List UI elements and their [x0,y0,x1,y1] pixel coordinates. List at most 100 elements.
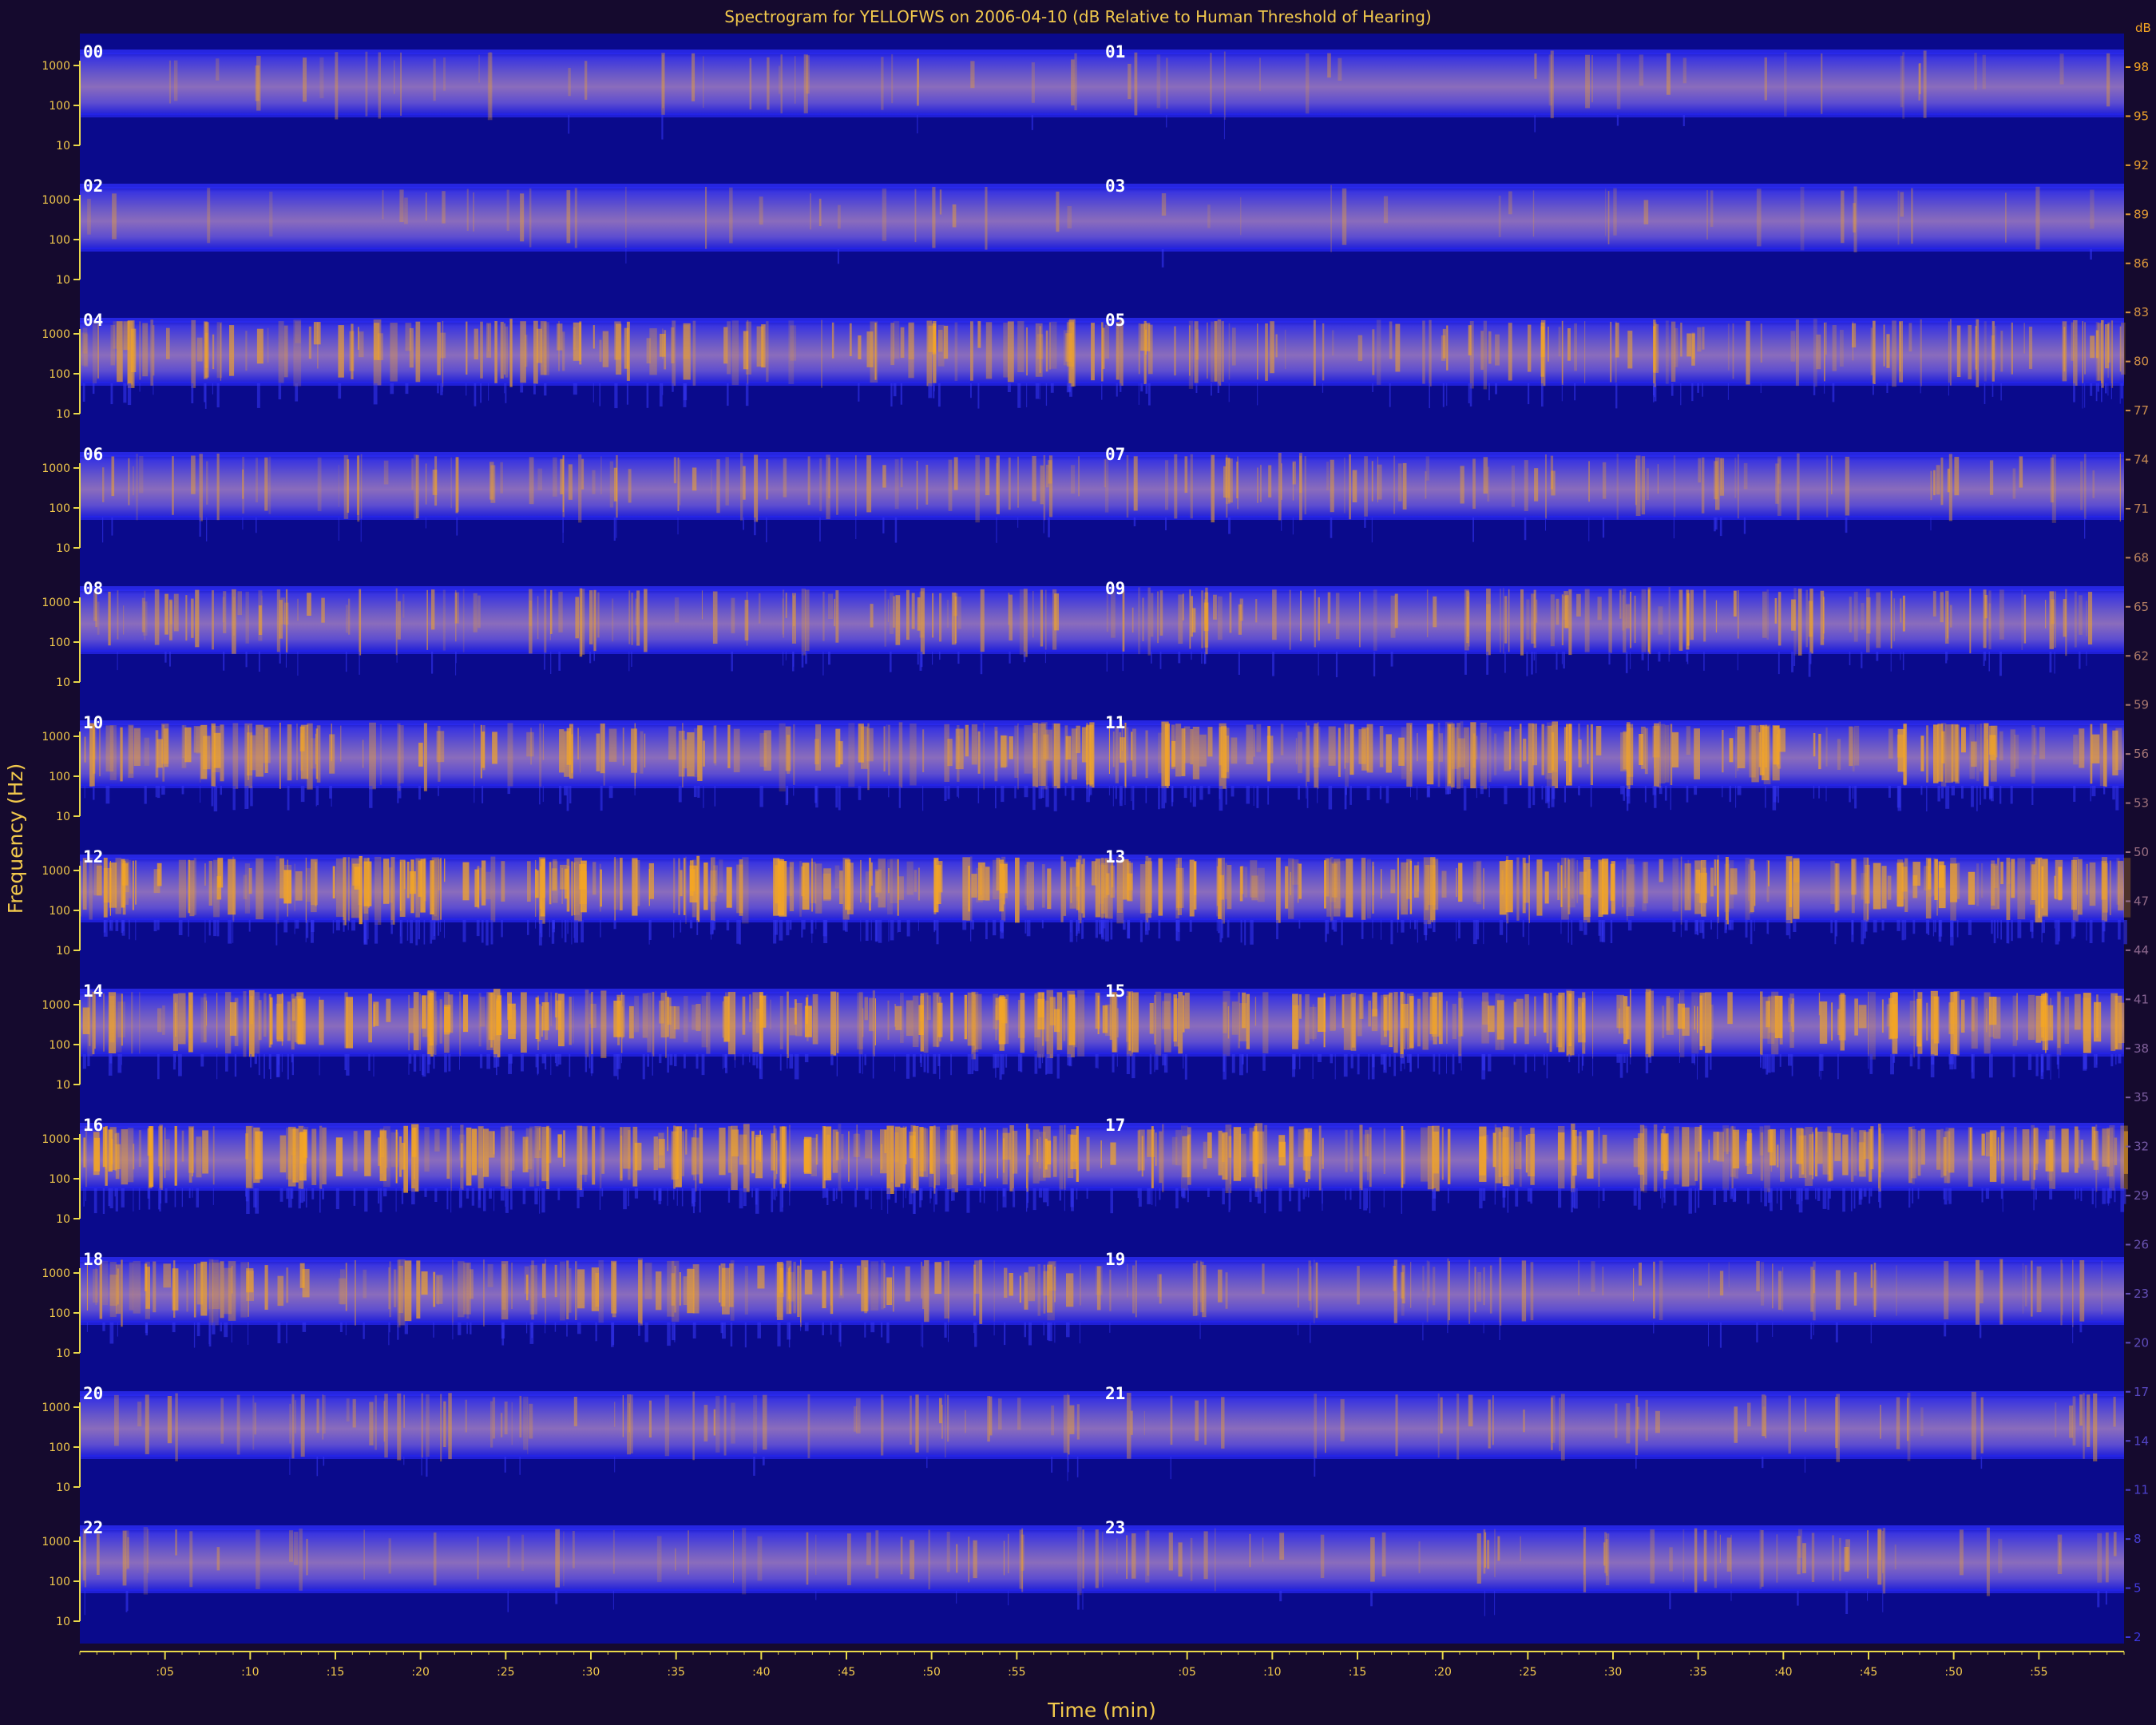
low-freq-tail [913,1188,916,1214]
activity-streak [1854,998,1858,1036]
activity-streak [970,856,973,922]
activity-streak [139,321,141,380]
low-freq-tail [1344,786,1346,810]
activity-streak [886,724,888,762]
activity-streak [1881,866,1887,909]
low-freq-tail [1504,786,1508,805]
activity-streak [1001,735,1006,768]
time-tick-label: :15 [1349,1666,1367,1679]
activity-streak [443,58,446,91]
activity-streak [256,328,264,364]
activity-streak [1171,740,1175,767]
activity-streak [1558,327,1561,357]
activity-streak [436,1275,443,1304]
low-freq-tail [613,518,616,541]
activity-streak [544,589,547,653]
activity-streak [1508,589,1510,652]
low-freq-tail [566,786,569,811]
activity-streak [1100,1140,1102,1168]
activity-streak [1213,594,1217,620]
low-freq-tail [1583,920,1587,935]
low-freq-tail [667,1322,671,1346]
activity-streak [890,859,898,904]
low-freq-tail [395,1188,397,1212]
activity-streak [1155,991,1162,1056]
freq-tick-label: 10 [56,1079,70,1092]
activity-streak [1359,592,1361,648]
activity-streak [1682,1007,1690,1036]
activity-streak [383,460,389,485]
low-freq-tail [115,920,119,931]
activity-streak [1831,1002,1833,1041]
low-freq-tail [1627,920,1632,931]
low-freq-tail [1602,1188,1605,1201]
low-freq-tail [962,920,967,930]
low-freq-tail [110,383,113,405]
low-freq-tail [1183,786,1187,799]
activity-streak [673,858,676,914]
low-freq-tail [795,1054,799,1080]
activity-streak [1175,724,1182,777]
activity-streak [2007,862,2011,884]
low-freq-tail [1081,920,1083,939]
activity-streak [1268,465,1272,498]
activity-streak [299,726,305,751]
low-freq-tail [1545,518,1546,531]
activity-streak [860,859,862,902]
activity-streak [636,590,640,646]
low-freq-tail [743,518,744,530]
activity-streak [1304,456,1306,515]
activity-streak [1716,1132,1724,1162]
activity-streak [1047,868,1052,910]
low-freq-tail [456,518,458,536]
activity-streak [1008,457,1011,510]
activity-streak [1068,1394,1070,1455]
activity-streak [1822,1131,1831,1175]
activity-streak [1481,1001,1489,1044]
low-freq-tail [985,920,988,940]
low-freq-tail [434,1188,438,1202]
low-freq-tail [1999,786,2002,804]
activity-streak [1089,722,1095,788]
low-freq-tail [1002,1188,1005,1197]
low-freq-tail [2119,383,2121,404]
low-freq-tail [628,652,630,672]
activity-streak [2049,1125,2055,1189]
low-freq-tail [1401,920,1405,933]
low-freq-tail [577,1322,581,1334]
activity-streak [1325,1397,1326,1453]
activity-streak [1492,1395,1494,1445]
activity-streak [440,1394,442,1461]
activity-streak [1161,193,1167,216]
low-freq-tail [970,383,972,399]
activity-streak [390,857,395,925]
low-freq-tail [1941,786,1944,799]
low-freq-tail [1530,1188,1533,1204]
activity-streak [335,1137,343,1176]
activity-streak [286,1267,289,1303]
activity-streak [1056,191,1060,232]
activity-streak [1492,1132,1496,1168]
low-freq-tail [178,1054,182,1077]
low-freq-tail [970,920,972,942]
low-freq-tail [1981,1188,1984,1203]
activity-streak [1549,993,1552,1052]
hour-label: 04 [83,311,103,330]
low-freq-tail [1702,920,1705,939]
low-freq-tail [1660,1188,1662,1199]
low-freq-tail [1582,1054,1584,1066]
low-freq-tail [527,920,529,935]
low-freq-tail [766,518,767,543]
activity-streak [256,858,264,920]
activity-streak [403,860,406,890]
activity-streak [1647,992,1651,1053]
activity-streak [794,999,797,1025]
low-freq-tail [2031,786,2034,805]
activity-streak [1756,1261,1760,1291]
activity-streak [1279,1533,1285,1560]
activity-streak [1048,322,1051,370]
low-freq-tail [1326,920,1330,934]
activity-streak [683,858,686,915]
activity-streak [117,1268,119,1305]
low-freq-tail [743,1188,747,1207]
